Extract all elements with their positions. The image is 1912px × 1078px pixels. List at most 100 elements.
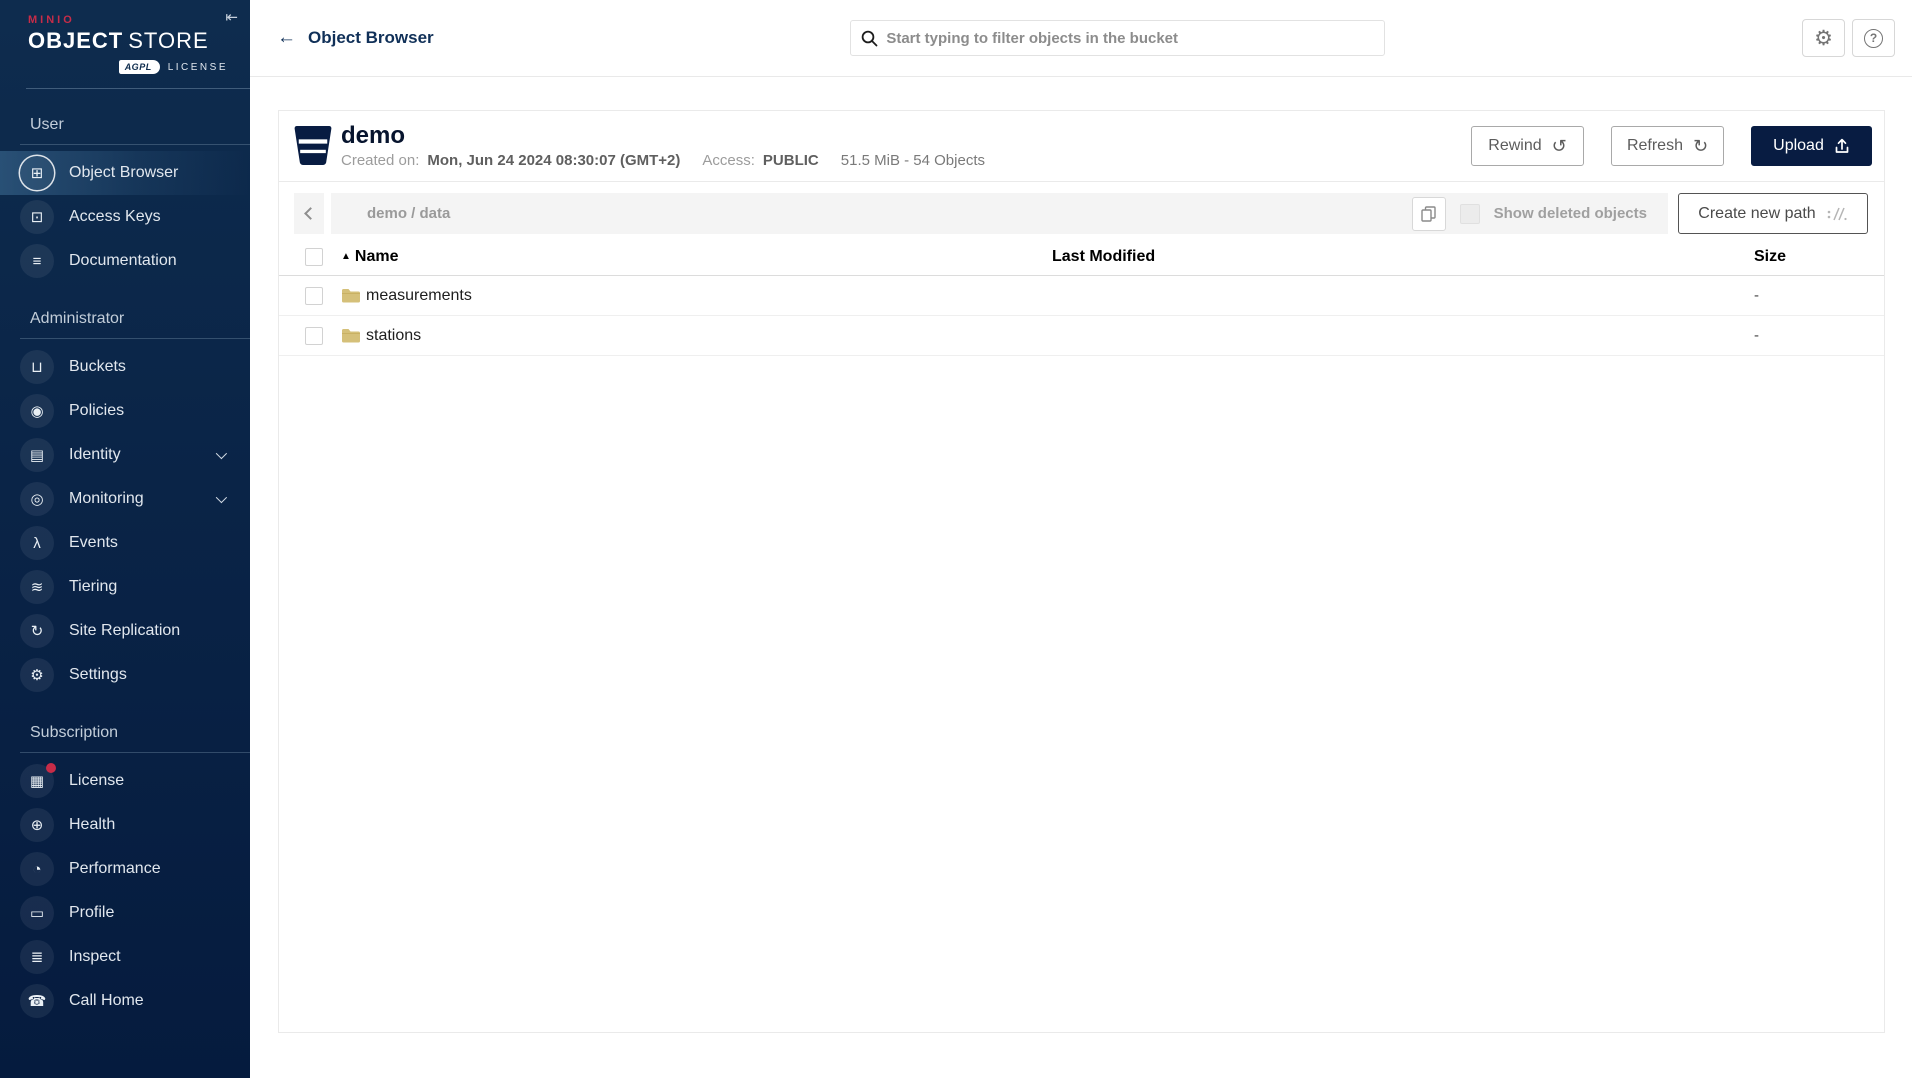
sidebar-item-label: Events [69, 534, 118, 552]
health-icon: ⊕ [31, 816, 44, 834]
sidebar-item-health[interactable]: ⊕ Health [0, 803, 250, 847]
identity-icon: ▤ [30, 446, 44, 464]
sidebar: ⇤ MINIO OBJECTSTORE AGPL LICENSE User ⊞ … [0, 0, 250, 1078]
breadcrumb-bar: demo / data Show deleted objects [331, 193, 1668, 234]
minio-brand-text: MINIO [28, 14, 230, 26]
sidebar-item-call-home[interactable]: ☎ Call Home [0, 979, 250, 1023]
breadcrumb[interactable]: demo / data [367, 205, 450, 222]
agpl-badge: AGPL [119, 60, 160, 74]
folder-icon [341, 287, 361, 304]
performance-icon: ◔ [32, 861, 41, 878]
sidebar-item-performance[interactable]: ◔ Performance [0, 847, 250, 891]
back-to-buckets[interactable]: ← Object Browser [277, 27, 434, 49]
section-divider [20, 752, 250, 753]
search-icon [861, 30, 878, 47]
copy-path-button[interactable] [1412, 197, 1446, 231]
help-icon: ? [1864, 29, 1883, 48]
name-column-header[interactable]: ▲ Name [341, 248, 1052, 266]
sidebar-item-object-browser[interactable]: ⊞ Object Browser [0, 151, 250, 195]
size-column-header[interactable]: Size [1754, 248, 1884, 266]
sidebar-item-label: Health [69, 816, 115, 834]
search-input[interactable] [886, 30, 1374, 47]
sidebar-item-label: Object Browser [69, 164, 178, 182]
sidebar-item-label: Identity [69, 446, 121, 464]
object-browser-icon: ⊞ [31, 164, 44, 182]
select-all-checkbox[interactable] [305, 248, 323, 266]
sort-ascending-icon[interactable]: ▲ [341, 251, 351, 262]
chevron-down-icon [216, 448, 227, 459]
folder-icon [341, 327, 361, 344]
inspect-icon: ≣ [31, 948, 44, 966]
back-arrow-icon[interactable]: ← [277, 27, 296, 49]
path-back-button[interactable] [294, 193, 324, 234]
section-label-administrator: Administrator [0, 310, 250, 328]
bucket-card: demo Created on: Mon, Jun 24 2024 08:30:… [278, 110, 1885, 1033]
show-deleted-checkbox[interactable] [1460, 204, 1480, 224]
minio-logo: MINIO OBJECTSTORE AGPL LICENSE [0, 0, 250, 74]
content-area: demo Created on: Mon, Jun 24 2024 08:30:… [250, 77, 1912, 1078]
sidebar-item-documentation[interactable]: ≡ Documentation [0, 239, 250, 283]
site-replication-icon: ↻ [31, 622, 44, 640]
sidebar-item-label: License [69, 772, 124, 790]
row-checkbox[interactable] [305, 327, 323, 345]
show-deleted-label[interactable]: Show deleted objects [1494, 205, 1647, 222]
buckets-icon: ⊔ [31, 358, 43, 376]
license-icon: ▦ [30, 772, 44, 790]
sidebar-item-buckets[interactable]: ⊔ Buckets [0, 345, 250, 389]
policies-icon: ◉ [30, 402, 43, 420]
copy-icon [1421, 206, 1436, 222]
object-size: - [1754, 327, 1884, 344]
sidebar-item-label: Site Replication [69, 622, 180, 640]
page-title: Object Browser [308, 28, 434, 48]
logo-divider [26, 88, 250, 89]
sidebar-item-profile[interactable]: ▭ Profile [0, 891, 250, 935]
table-header-row: ▲ Name Last Modified Size [279, 239, 1884, 276]
section-divider [20, 144, 250, 145]
sidebar-item-identity[interactable]: ▤ Identity [0, 433, 250, 477]
help-button[interactable]: ? [1852, 19, 1895, 57]
sidebar-item-inspect[interactable]: ≣ Inspect [0, 935, 250, 979]
object-name[interactable]: measurements [366, 287, 472, 305]
last-modified-column-header[interactable]: Last Modified [1052, 248, 1754, 266]
created-label: Created on: [341, 152, 419, 169]
table-row-measurements[interactable]: measurements - [279, 276, 1884, 316]
sidebar-item-label: Settings [69, 666, 127, 684]
sidebar-item-label: Monitoring [69, 490, 144, 508]
table-row-stations[interactable]: stations - [279, 316, 1884, 356]
row-checkbox[interactable] [305, 287, 323, 305]
chevron-down-icon [216, 492, 227, 503]
events-icon: λ [33, 535, 41, 552]
rewind-button[interactable]: Rewind ↺ [1471, 126, 1584, 166]
upload-button[interactable]: Upload [1751, 126, 1872, 166]
sidebar-item-tiering[interactable]: ≋ Tiering [0, 565, 250, 609]
sidebar-item-events[interactable]: λ Events [0, 521, 250, 565]
tiering-icon: ≋ [31, 578, 44, 596]
app-window: ⇤ MINIO OBJECTSTORE AGPL LICENSE User ⊞ … [0, 0, 1912, 1078]
create-new-path-button[interactable]: Create new path [1678, 193, 1868, 234]
sidebar-item-site-replication[interactable]: ↻ Site Replication [0, 609, 250, 653]
refresh-button[interactable]: Refresh ↻ [1611, 126, 1724, 166]
rewind-icon: ↺ [1552, 137, 1567, 155]
monitoring-icon: ◎ [30, 490, 43, 508]
sidebar-item-label: Access Keys [69, 208, 161, 226]
profile-icon: ▭ [30, 904, 44, 922]
bucket-header: demo Created on: Mon, Jun 24 2024 08:30:… [279, 111, 1884, 181]
sidebar-item-license[interactable]: ▦ License [0, 759, 250, 803]
objects-table: ▲ Name Last Modified Size [279, 239, 1884, 356]
sidebar-item-policies[interactable]: ◉ Policies [0, 389, 250, 433]
section-label-subscription: Subscription [0, 724, 250, 742]
new-path-icon [1826, 206, 1848, 222]
sidebar-item-monitoring[interactable]: ◎ Monitoring [0, 477, 250, 521]
sidebar-item-settings[interactable]: ⚙ Settings [0, 653, 250, 697]
sidebar-collapse-icon[interactable]: ⇤ [225, 8, 238, 26]
access-value[interactable]: PUBLIC [763, 152, 819, 169]
license-text: LICENSE [168, 62, 228, 73]
settings-button[interactable]: ⚙ [1802, 19, 1845, 57]
object-name[interactable]: stations [366, 327, 421, 345]
settings-icon: ⚙ [30, 666, 43, 684]
logo-store-text: STORE [128, 28, 208, 53]
main-area: ← Object Browser ⚙ ? [250, 0, 1912, 1078]
sidebar-item-access-keys[interactable]: ⊡ Access Keys [0, 195, 250, 239]
sidebar-item-label: Profile [69, 904, 114, 922]
sidebar-item-label: Policies [69, 402, 124, 420]
